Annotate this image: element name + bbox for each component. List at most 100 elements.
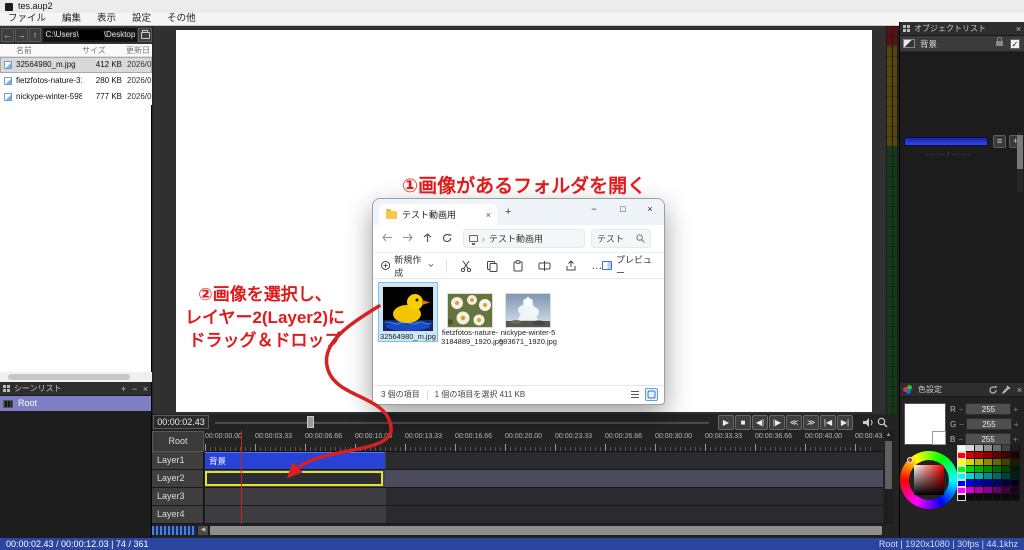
palette-swatch[interactable] [975,452,984,459]
column-name[interactable]: 名前 [16,45,32,56]
palette-swatch[interactable] [975,459,984,466]
paste-icon[interactable] [512,260,524,272]
duck-thumbnail[interactable] [382,286,434,332]
blue-increment[interactable]: + [1013,435,1018,444]
layer-label[interactable]: Layer1 [152,452,204,469]
palette-swatch[interactable] [975,480,984,487]
breadcrumb[interactable]: テスト動画用 [489,232,543,245]
palette-swatch[interactable] [1011,445,1020,452]
palette-swatch[interactable] [957,473,966,480]
palette-swatch[interactable] [1011,459,1020,466]
palette-swatch[interactable] [966,445,975,452]
timeline-ruler[interactable]: Root 00:00:00.0000:00:03.3300:00:06.6600… [152,431,883,452]
palette-swatch[interactable] [993,487,1002,494]
details-view-icon[interactable] [628,388,641,401]
blue-decrement[interactable]: − [958,435,963,444]
palette-swatch[interactable] [1002,459,1011,466]
palette-swatch[interactable] [966,494,975,501]
palette-swatch[interactable] [966,480,975,487]
palette-swatch[interactable] [993,445,1002,452]
close-panel-icon[interactable]: × [1014,383,1024,397]
seek-bar-thumb[interactable] [307,416,314,428]
eyedropper-icon[interactable] [1001,385,1011,395]
palette-swatch[interactable] [966,452,975,459]
timeline-vscrollbar[interactable]: ▲ [884,431,893,524]
palette-swatch[interactable] [984,445,993,452]
layer-row-layer1[interactable]: 背景Layer1 [152,452,883,470]
palette-swatch[interactable] [984,480,993,487]
back-button[interactable]: ← [1,28,14,42]
explorer-file-item[interactable]: nickype-winter-5983671_1920.jpg [499,293,557,346]
scrollbar-thumb[interactable] [885,441,892,489]
layer-row-layer3[interactable]: Layer3 [152,488,883,506]
remove-scene-button[interactable]: − [129,382,140,396]
palette-swatch[interactable] [966,466,975,473]
palette-swatch[interactable] [993,459,1002,466]
palette-swatch[interactable] [966,473,975,480]
palette-swatch[interactable] [957,466,966,473]
palette-swatch[interactable] [993,452,1002,459]
up-button[interactable]: ↑ [29,28,42,42]
palette-swatch[interactable] [993,466,1002,473]
explorer-file-item[interactable]: fietzfotos-nature-3184889_1920.jpg [441,293,499,346]
forward-icon[interactable] [397,233,417,244]
new-item-button[interactable]: 新規作成 [381,253,434,279]
search-box[interactable]: テスト [591,229,651,248]
palette-swatch[interactable] [1011,487,1020,494]
palette-swatch[interactable] [1002,494,1011,501]
menu-item[interactable]: ファイル [0,13,54,25]
object-item-background[interactable]: 背景 ✓ [900,36,1024,52]
close-panel-icon[interactable]: × [1013,22,1024,36]
palette-swatch[interactable] [1002,487,1011,494]
palette-swatch[interactable] [957,494,966,501]
layer-row-layer2[interactable]: Layer2 [152,470,883,488]
green-decrement[interactable]: − [959,420,964,429]
timeline-zoom-icon[interactable] [877,417,888,428]
address-bar[interactable]: › テスト動画用 [463,229,585,248]
palette-swatch[interactable] [975,487,984,494]
palette-swatch[interactable] [957,487,966,494]
palette-swatch[interactable] [957,480,966,487]
palette-swatch[interactable] [984,466,993,473]
object-list-vscrollbar[interactable] [1017,132,1023,192]
palette-swatch[interactable] [1002,473,1011,480]
palette-swatch[interactable] [975,494,984,501]
volume-icon[interactable] [862,417,874,428]
saturation-value-square[interactable] [914,465,944,495]
palette-swatch[interactable] [1011,494,1020,501]
palette-swatch[interactable] [1002,445,1011,452]
green-increment[interactable]: + [1014,420,1019,429]
scroll-up-arrow[interactable]: ▲ [884,431,893,439]
palette-swatch[interactable] [966,459,975,466]
transport-button[interactable]: |◀ [820,415,836,430]
menu-item[interactable]: その他 [159,13,204,25]
preview-toggle-button[interactable]: プレビュー [602,253,654,279]
secondary-color-swatch[interactable] [932,431,946,445]
palette-swatch[interactable] [957,459,966,466]
reset-color-icon[interactable] [988,385,998,395]
minimize-button[interactable]: − [586,202,602,216]
palette-swatch[interactable] [1002,466,1011,473]
palette-swatch[interactable] [993,494,1002,501]
hue-marker[interactable] [907,457,913,463]
palette-swatch[interactable] [1011,466,1020,473]
file-row[interactable]: 32564980_m.jpg412 KB2026/0 [0,57,152,73]
column-size[interactable]: サイズ [82,45,106,56]
new-tab-button[interactable]: + [505,206,511,218]
copy-icon[interactable] [486,260,498,272]
more-options-icon[interactable]: … [591,260,602,272]
palette-swatch[interactable] [984,494,993,501]
palette-swatch[interactable] [1011,452,1020,459]
column-date[interactable]: 更新日 [126,45,150,56]
layer-track-project-range[interactable] [205,506,386,523]
scrollbar-thumb[interactable] [1017,135,1023,169]
transport-button[interactable]: ▶ [718,415,734,430]
layer-track-project-range[interactable] [205,488,386,505]
visibility-checkbox[interactable]: ✓ [1010,39,1020,49]
list-menu-button[interactable]: ≡ [993,135,1006,148]
menu-item[interactable]: 設定 [124,13,159,25]
layer-label[interactable]: Layer4 [152,506,204,523]
layer-label[interactable]: Layer2 [152,470,204,487]
palette-swatch[interactable] [984,487,993,494]
menu-item[interactable]: 表示 [89,13,124,25]
